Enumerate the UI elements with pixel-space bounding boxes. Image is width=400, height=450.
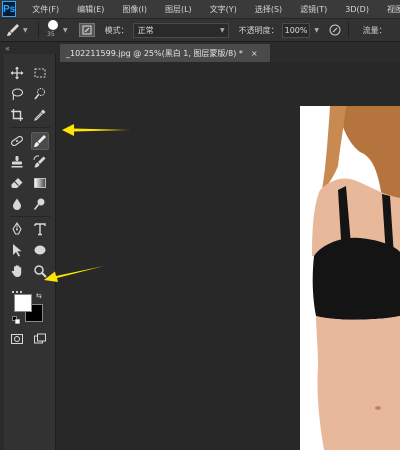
opacity-label: 不透明度：: [238, 25, 279, 35]
gradient-icon: [34, 178, 46, 188]
dodge-icon: [33, 198, 45, 210]
tools-panel: ⇆: [4, 54, 56, 450]
healing-brush-tool[interactable]: [8, 132, 26, 150]
opacity-input[interactable]: 100%: [281, 22, 310, 38]
menu-3d[interactable]: 3D(D): [345, 5, 369, 14]
document-tab[interactable]: _102211599.jpg @ 25%(黑白 1, 图层蒙版/8) * ×: [60, 44, 270, 62]
foreground-color-swatch[interactable]: [14, 294, 32, 312]
pen-tool[interactable]: [8, 220, 26, 238]
pointer-arrow-icon: [13, 244, 22, 257]
eraser-icon: [11, 178, 23, 188]
photo-of-woman: [312, 106, 400, 450]
pen-pressure-icon: [329, 24, 341, 36]
screen-mode-icon: [34, 333, 46, 344]
blend-mode-select[interactable]: 正常 ▼: [132, 22, 229, 38]
menu-select[interactable]: 选择(S): [255, 4, 282, 15]
quick-selection-icon: [34, 88, 45, 100]
gradient-tool[interactable]: [31, 174, 49, 192]
chevron-down-icon: ▼: [220, 26, 225, 34]
brush-size-picker[interactable]: 35: [45, 19, 63, 41]
menu-type[interactable]: 文字(Y): [210, 4, 237, 15]
drop-icon: [13, 198, 21, 210]
menu-file[interactable]: 文件(F): [32, 4, 59, 15]
annotation-arrow-colors: [44, 266, 104, 282]
pen-icon: [12, 222, 22, 235]
chevron-down-icon: ▼: [23, 26, 28, 34]
brush-panel-toggle[interactable]: [78, 23, 95, 37]
eraser-tool[interactable]: [8, 174, 26, 192]
quick-mask-icon: [11, 334, 23, 344]
eyedropper-tool[interactable]: [31, 106, 49, 124]
hand-tool[interactable]: [8, 262, 26, 280]
annotation-arrow-brush: [62, 124, 130, 136]
clone-stamp-tool[interactable]: [8, 153, 26, 171]
tool-preset-picker[interactable]: ▼: [6, 20, 32, 40]
default-colors-icon[interactable]: [12, 316, 20, 324]
marquee-icon: [34, 68, 46, 78]
lasso-tool[interactable]: [8, 85, 26, 103]
quick-selection-tool[interactable]: [31, 85, 49, 103]
chevron-down-icon[interactable]: ▼: [312, 23, 322, 38]
brush-panel-icon: [82, 25, 92, 35]
marquee-tool[interactable]: [31, 64, 49, 82]
blur-tool[interactable]: [8, 195, 26, 213]
menu-view[interactable]: 视图: [387, 4, 400, 15]
document-title: _102211599.jpg @ 25%(黑白 1, 图层蒙版/8) *: [66, 48, 243, 58]
bandage-icon: [11, 135, 23, 147]
close-icon[interactable]: ×: [251, 49, 258, 58]
chevron-down-icon[interactable]: ▼: [63, 27, 68, 34]
eyedropper-icon: [34, 109, 46, 121]
menu-image[interactable]: 图像(I): [122, 4, 147, 15]
ellipse-tool[interactable]: [31, 241, 49, 259]
brush-size-value: 35: [47, 31, 55, 38]
blend-mode-value: 正常: [137, 25, 154, 35]
stamp-icon: [11, 156, 23, 168]
lasso-icon: [11, 88, 24, 101]
history-brush-icon: [33, 155, 46, 168]
mode-label: 模式：: [104, 25, 129, 35]
move-icon: [10, 66, 24, 80]
collapse-icon[interactable]: «: [5, 44, 10, 53]
divider: [347, 22, 349, 38]
tools-panel-container: « ⇆: [0, 42, 56, 450]
quick-mask-button[interactable]: [8, 330, 26, 348]
menu-layer[interactable]: 图层(L): [165, 4, 192, 15]
menu-edit[interactable]: 编辑(E): [77, 4, 104, 15]
photoshop-logo: Ps: [2, 1, 17, 17]
ellipse-icon: [34, 245, 46, 255]
menu-filter[interactable]: 滤镜(T): [300, 4, 327, 15]
dodge-tool[interactable]: [31, 195, 49, 213]
brush-icon: [34, 135, 46, 147]
pressure-opacity-button[interactable]: [328, 23, 342, 37]
canvas-area[interactable]: [56, 62, 400, 450]
type-tool[interactable]: [31, 220, 49, 238]
move-tool[interactable]: [8, 64, 26, 82]
hand-icon: [11, 265, 22, 277]
brush-icon: [7, 24, 19, 36]
menu-bar: Ps 文件(F) 编辑(E) 图像(I) 图层(L) 文字(Y) 选择(S) 滤…: [0, 0, 400, 18]
screen-mode-button[interactable]: [31, 330, 49, 348]
document-image: [300, 106, 400, 450]
flow-label: 流量：: [362, 25, 387, 35]
document-tab-bar: _102211599.jpg @ 25%(黑白 1, 图层蒙版/8) * ×: [56, 42, 400, 62]
divider: [10, 127, 50, 128]
history-brush-tool[interactable]: [31, 153, 49, 171]
swap-colors-icon[interactable]: ⇆: [36, 292, 42, 300]
crop-tool[interactable]: [8, 106, 26, 124]
crop-icon: [11, 109, 23, 121]
options-bar: ▼ 35 ▼ 模式： 正常 ▼ 不透明度： 100% ▼ 流量：: [0, 18, 400, 42]
brush-tool[interactable]: [31, 132, 49, 150]
type-icon: [34, 223, 46, 236]
brush-tip-icon: [48, 20, 58, 30]
divider: [10, 216, 50, 217]
path-selection-tool[interactable]: [8, 241, 26, 259]
divider: [38, 22, 39, 38]
